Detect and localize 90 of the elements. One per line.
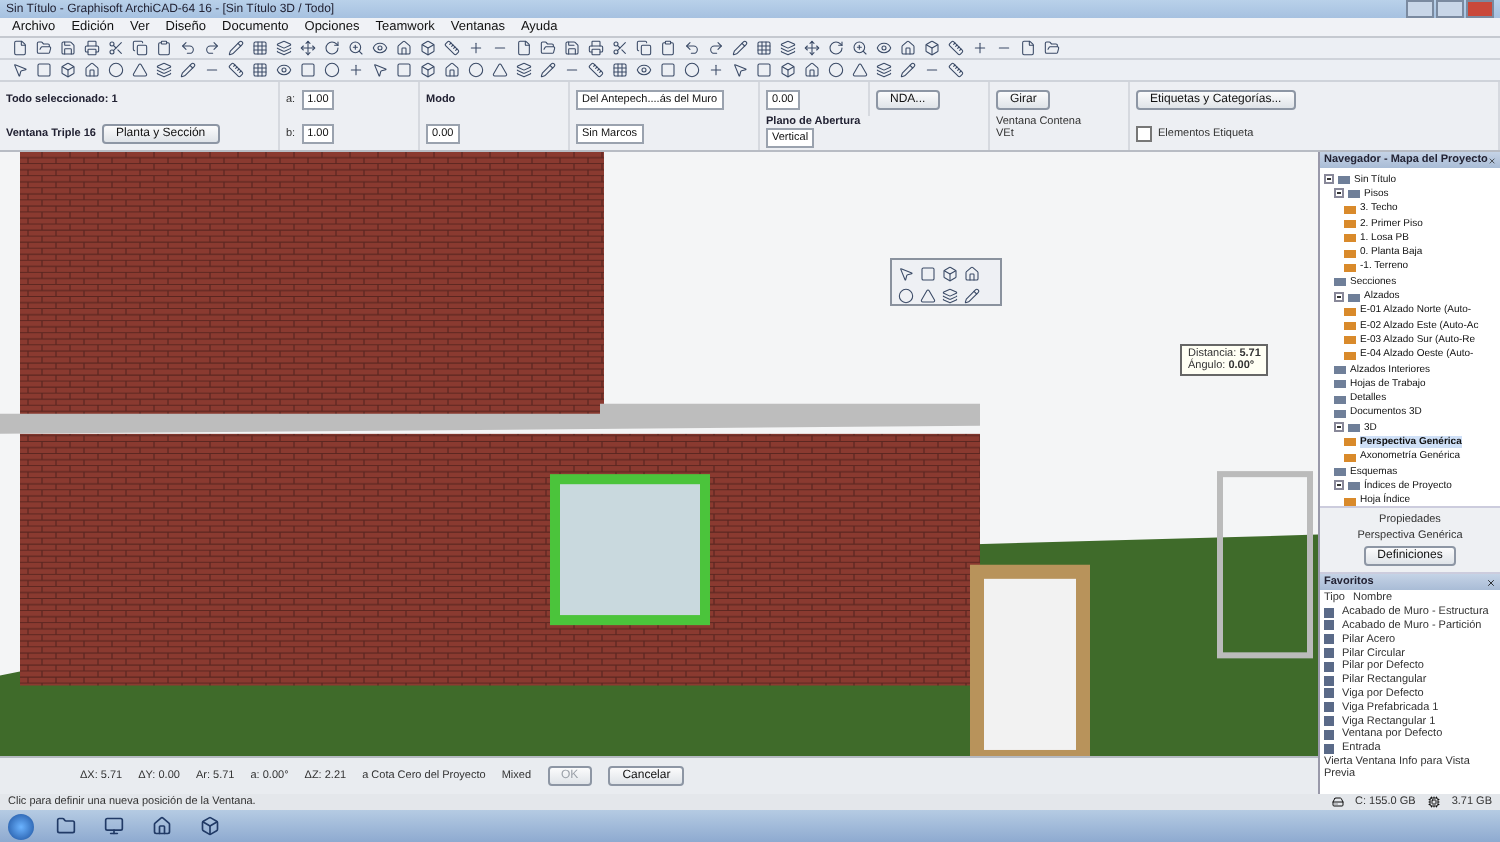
close-icon[interactable] bbox=[1487, 155, 1496, 165]
collapse-icon[interactable] bbox=[1324, 174, 1334, 185]
pointer-icon[interactable] bbox=[370, 61, 388, 79]
eye-icon[interactable] bbox=[274, 61, 292, 79]
layers-icon[interactable] bbox=[778, 39, 796, 57]
collapse-icon[interactable] bbox=[1334, 291, 1344, 302]
house-icon[interactable] bbox=[82, 61, 100, 79]
circle-icon[interactable] bbox=[322, 61, 340, 79]
ruler-icon[interactable] bbox=[946, 61, 964, 79]
move-icon[interactable] bbox=[802, 39, 820, 57]
zoom-icon[interactable] bbox=[850, 39, 868, 57]
pencil-icon[interactable] bbox=[538, 61, 556, 79]
cube-icon[interactable] bbox=[58, 61, 76, 79]
pencil-icon[interactable] bbox=[730, 39, 748, 57]
house-icon[interactable] bbox=[802, 61, 820, 79]
redo-icon[interactable] bbox=[202, 39, 220, 57]
new-file-icon[interactable] bbox=[514, 39, 532, 57]
house-icon[interactable] bbox=[394, 39, 412, 57]
triangle-icon[interactable] bbox=[130, 61, 148, 79]
undo-icon[interactable] bbox=[682, 39, 700, 57]
ruler-icon[interactable] bbox=[226, 61, 244, 79]
square-icon[interactable] bbox=[754, 61, 772, 79]
square-icon[interactable] bbox=[394, 61, 412, 79]
scissors-icon[interactable] bbox=[610, 39, 628, 57]
clipboard-icon[interactable] bbox=[658, 39, 676, 57]
circle-icon[interactable] bbox=[896, 286, 914, 304]
house-icon[interactable] bbox=[962, 264, 980, 282]
copy-icon[interactable] bbox=[130, 39, 148, 57]
pencil-icon[interactable] bbox=[226, 39, 244, 57]
plus-icon[interactable] bbox=[970, 39, 988, 57]
triangle-icon[interactable] bbox=[490, 61, 508, 79]
cube-icon[interactable] bbox=[940, 264, 958, 282]
redo-icon[interactable] bbox=[706, 39, 724, 57]
ruler-icon[interactable] bbox=[946, 39, 964, 57]
new-file-icon[interactable] bbox=[10, 39, 28, 57]
grid-icon[interactable] bbox=[250, 39, 268, 57]
circle-icon[interactable] bbox=[466, 61, 484, 79]
printer-icon[interactable] bbox=[82, 39, 100, 57]
rotate-icon[interactable] bbox=[322, 39, 340, 57]
circle-icon[interactable] bbox=[682, 61, 700, 79]
circle-icon[interactable] bbox=[826, 61, 844, 79]
move-icon[interactable] bbox=[298, 39, 316, 57]
eye-icon[interactable] bbox=[874, 39, 892, 57]
copy-icon[interactable] bbox=[634, 39, 652, 57]
pencil-icon[interactable] bbox=[962, 286, 980, 304]
layers-icon[interactable] bbox=[940, 286, 958, 304]
disk-icon bbox=[1331, 796, 1344, 808]
undo-icon[interactable] bbox=[178, 39, 196, 57]
clipboard-icon[interactable] bbox=[154, 39, 172, 57]
house-icon[interactable] bbox=[442, 61, 460, 79]
pencil-icon[interactable] bbox=[898, 61, 916, 79]
cube-icon[interactable] bbox=[778, 61, 796, 79]
printer-icon[interactable] bbox=[586, 39, 604, 57]
memory-icon bbox=[1427, 796, 1440, 808]
zoom-icon[interactable] bbox=[346, 39, 364, 57]
save-icon[interactable] bbox=[58, 39, 76, 57]
grid-icon[interactable] bbox=[754, 39, 772, 57]
pointer-icon[interactable] bbox=[10, 61, 28, 79]
collapse-icon[interactable] bbox=[1334, 480, 1344, 491]
cube-icon[interactable] bbox=[418, 61, 436, 79]
pointer-icon[interactable] bbox=[896, 264, 914, 282]
pointer-icon[interactable] bbox=[730, 61, 748, 79]
ruler-icon[interactable] bbox=[586, 61, 604, 79]
triangle-icon[interactable] bbox=[850, 61, 868, 79]
cube-icon[interactable] bbox=[922, 39, 940, 57]
grid-icon[interactable] bbox=[610, 61, 628, 79]
collapse-icon[interactable] bbox=[1334, 188, 1344, 199]
new-file-icon[interactable] bbox=[1018, 39, 1036, 57]
square-icon[interactable] bbox=[34, 61, 52, 79]
checkbox[interactable] bbox=[1136, 125, 1152, 141]
layers-icon[interactable] bbox=[874, 61, 892, 79]
cube-icon[interactable] bbox=[418, 39, 436, 57]
start-button[interactable] bbox=[8, 813, 34, 839]
layers-icon[interactable] bbox=[274, 39, 292, 57]
house-icon[interactable] bbox=[898, 39, 916, 57]
grid-icon[interactable] bbox=[250, 61, 268, 79]
rotate-icon[interactable] bbox=[826, 39, 844, 57]
save-icon[interactable] bbox=[562, 39, 580, 57]
layers-icon[interactable] bbox=[154, 61, 172, 79]
scissors-icon[interactable] bbox=[106, 39, 124, 57]
collapse-icon[interactable] bbox=[1334, 422, 1344, 433]
layers-icon[interactable] bbox=[514, 61, 532, 79]
eye-icon[interactable] bbox=[634, 61, 652, 79]
plus-icon[interactable] bbox=[706, 61, 724, 79]
triangle-icon[interactable] bbox=[918, 286, 936, 304]
ruler-icon[interactable] bbox=[442, 39, 460, 57]
circle-icon[interactable] bbox=[106, 61, 124, 79]
pencil-icon[interactable] bbox=[178, 61, 196, 79]
window-glass bbox=[560, 484, 700, 616]
eye-icon[interactable] bbox=[370, 39, 388, 57]
